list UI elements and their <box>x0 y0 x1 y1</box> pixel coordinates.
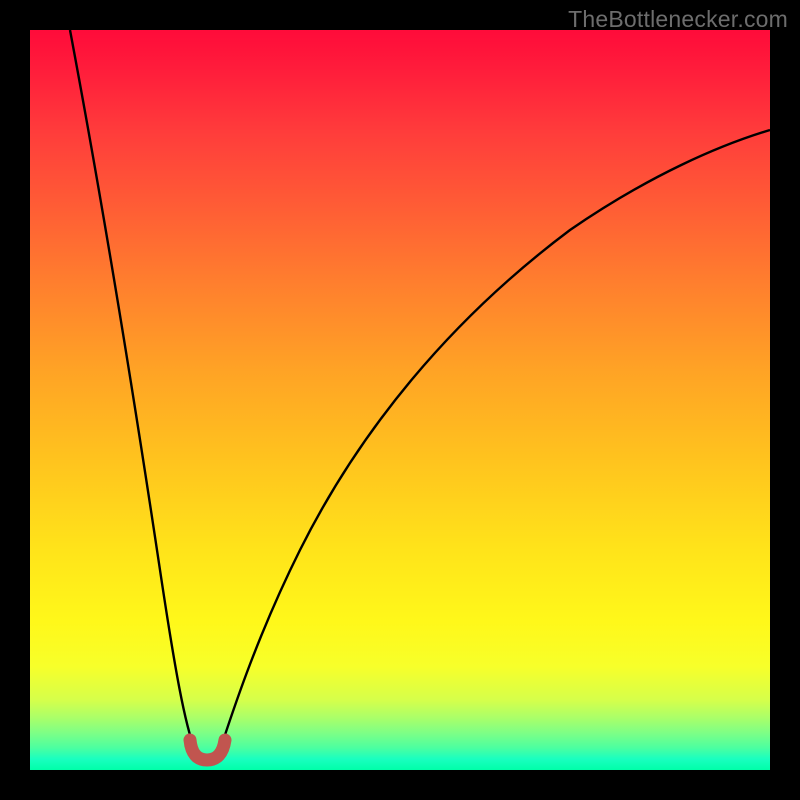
bottleneck-curve <box>30 30 770 770</box>
chart-frame: TheBottlenecker.com <box>0 0 800 800</box>
plot-area <box>30 30 770 770</box>
curve-right-branch <box>220 130 770 750</box>
cusp-u-marker <box>190 740 225 760</box>
watermark-text: TheBottlenecker.com <box>568 6 788 33</box>
curve-left-branch <box>70 30 195 750</box>
